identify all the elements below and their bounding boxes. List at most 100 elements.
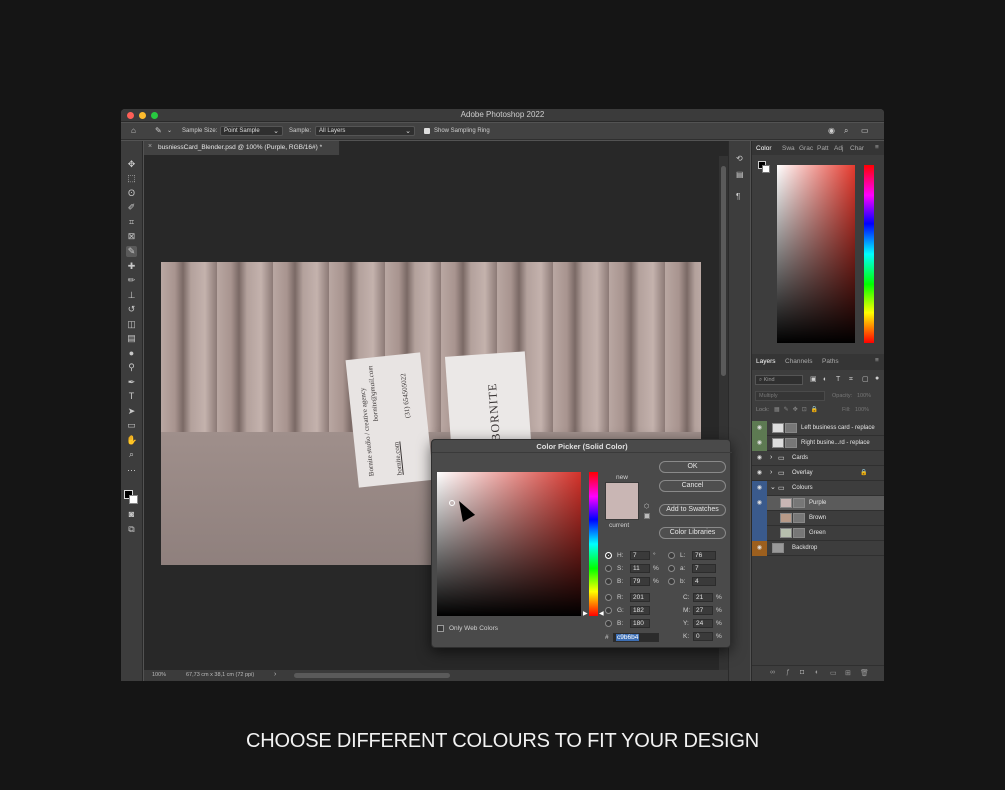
layer-row[interactable]: Brown bbox=[752, 511, 884, 526]
b-channel-input[interactable]: 4 bbox=[692, 577, 716, 586]
out-of-gamut-icon[interactable]: ⬡ bbox=[644, 503, 649, 510]
close-icon[interactable]: × bbox=[148, 143, 152, 150]
cyan-input[interactable]: 21 bbox=[693, 593, 713, 602]
visibility-eye-icon[interactable]: ◉ bbox=[752, 466, 767, 481]
red-radio[interactable] bbox=[605, 594, 612, 601]
rectangle-tool-icon[interactable]: ▭ bbox=[126, 420, 137, 431]
lock-icons[interactable]: ▦✎✥⊡🔒 bbox=[774, 406, 822, 413]
green-radio[interactable] bbox=[605, 607, 612, 614]
crop-tool-icon[interactable]: ⌗ bbox=[126, 217, 137, 228]
panel-menu-icon[interactable]: ≡ bbox=[875, 357, 879, 364]
document-info[interactable]: 67,73 cm x 38,1 cm (72 ppi) bbox=[186, 672, 254, 678]
visibility-eye-icon[interactable] bbox=[752, 511, 767, 526]
visibility-eye-icon[interactable]: ◉ bbox=[752, 436, 767, 451]
healing-brush-tool-icon[interactable]: ✚ bbox=[126, 261, 137, 272]
brightness-radio[interactable] bbox=[605, 578, 612, 585]
horizontal-scroll-thumb[interactable] bbox=[294, 673, 450, 678]
visibility-eye-icon[interactable]: ◉ bbox=[752, 496, 767, 511]
paragraph-panel-icon[interactable]: ¶ bbox=[736, 193, 740, 201]
adjustment-layer-icon[interactable]: ◐ bbox=[815, 669, 819, 676]
tab-channels[interactable]: Channels bbox=[785, 358, 812, 365]
lightness-input[interactable]: 76 bbox=[692, 551, 716, 560]
user-icon[interactable]: ◉ bbox=[828, 127, 835, 135]
color-panel-field[interactable] bbox=[777, 165, 855, 343]
new-group-icon[interactable]: ▭ bbox=[830, 669, 837, 677]
saturation-radio[interactable] bbox=[605, 565, 612, 572]
visibility-eye-icon[interactable]: ◉ bbox=[752, 451, 767, 466]
add-to-swatches-button[interactable]: Add to Swatches bbox=[659, 504, 726, 516]
layer-kind-filter[interactable]: ⌕ Kind bbox=[755, 375, 803, 385]
frame-tool-icon[interactable]: ⊠ bbox=[126, 231, 137, 242]
tab-patterns[interactable]: Patt bbox=[817, 145, 829, 152]
filter-adjustment-icon[interactable]: ◐ bbox=[823, 376, 827, 384]
home-icon[interactable]: ⌂ bbox=[131, 127, 136, 135]
vertical-scroll-thumb[interactable] bbox=[721, 166, 726, 376]
eyedropper-tool-icon[interactable]: ✎ bbox=[126, 246, 137, 257]
panel-background-swatch[interactable] bbox=[762, 165, 770, 173]
pen-tool-icon[interactable]: ✒ bbox=[126, 377, 137, 388]
eraser-tool-icon[interactable]: ◫ bbox=[126, 319, 137, 330]
screen-mode-icon[interactable]: ⧉ bbox=[126, 524, 137, 535]
zoom-level[interactable]: 100% bbox=[152, 672, 166, 678]
comments-panel-icon[interactable]: ▤ bbox=[736, 171, 744, 179]
visibility-eye-icon[interactable] bbox=[752, 526, 767, 541]
lightness-radio[interactable] bbox=[668, 552, 675, 559]
tab-character[interactable]: Char bbox=[850, 145, 864, 152]
b-channel-radio[interactable] bbox=[668, 578, 675, 585]
tab-adjustments[interactable]: Adj bbox=[834, 145, 843, 152]
new-layer-icon[interactable]: ⊞ bbox=[845, 669, 851, 677]
hue-slider-arrow-icon-right[interactable]: ◀ bbox=[599, 610, 604, 617]
document-tab[interactable]: × busniessCard_Blender.psd @ 100% (Purpl… bbox=[144, 141, 340, 155]
web-safe-icon[interactable] bbox=[644, 513, 650, 519]
layer-row-selected[interactable]: ◉ Purple bbox=[752, 496, 884, 511]
panel-menu-icon[interactable]: ≡ bbox=[875, 144, 879, 151]
green-input[interactable]: 182 bbox=[630, 606, 650, 615]
marquee-tool-icon[interactable]: ⬚ bbox=[126, 173, 137, 184]
cancel-button[interactable]: Cancel bbox=[659, 480, 726, 492]
filter-type-icon[interactable]: T bbox=[836, 376, 840, 384]
tab-layers[interactable]: Layers bbox=[756, 358, 776, 365]
show-sampling-ring-checkbox[interactable] bbox=[424, 128, 430, 134]
layer-row[interactable]: ◉ Backdrop bbox=[752, 541, 884, 556]
blur-tool-icon[interactable]: ● bbox=[126, 348, 137, 359]
yellow-input[interactable]: 24 bbox=[693, 619, 713, 628]
red-input[interactable]: 201 bbox=[630, 593, 650, 602]
more-tools-icon[interactable]: ⋯ bbox=[126, 465, 137, 476]
layer-row[interactable]: Green bbox=[752, 526, 884, 541]
eyedropper-tool-icon[interactable]: ✎ bbox=[155, 127, 162, 135]
chevron-right-icon[interactable]: › bbox=[274, 671, 276, 678]
hue-input[interactable]: 7 bbox=[630, 551, 650, 560]
tab-gradients[interactable]: Grac bbox=[799, 145, 813, 152]
layer-row[interactable]: ◉ Left business card - replace bbox=[752, 421, 884, 436]
path-select-tool-icon[interactable]: ➤ bbox=[126, 406, 137, 417]
filter-pixel-icon[interactable]: ▣ bbox=[810, 376, 817, 384]
sample-select[interactable]: All Layers ⌄ bbox=[315, 126, 415, 136]
layer-group-row[interactable]: ◉ ⌄ ▭ Colours bbox=[752, 481, 884, 496]
magenta-input[interactable]: 27 bbox=[693, 606, 713, 615]
background-color-swatch[interactable] bbox=[129, 495, 138, 504]
tab-paths[interactable]: Paths bbox=[822, 358, 839, 365]
add-mask-icon[interactable]: ◘ bbox=[800, 669, 804, 676]
tool-preset-chevron-icon[interactable]: ⌄ bbox=[167, 127, 172, 135]
black-input[interactable]: 0 bbox=[693, 632, 713, 641]
filter-smart-object-icon[interactable]: ▢ bbox=[862, 376, 869, 384]
chevron-right-icon[interactable]: › bbox=[770, 469, 772, 476]
brush-tool-icon[interactable]: ✏ bbox=[126, 275, 137, 286]
filter-toggle-icon[interactable]: ● bbox=[875, 375, 879, 383]
blend-mode-select[interactable]: Multiply bbox=[755, 391, 825, 401]
workspace-icon[interactable]: ▭ bbox=[861, 127, 869, 135]
history-panel-icon[interactable]: ⟲ bbox=[736, 155, 743, 163]
quick-select-tool-icon[interactable]: ✐ bbox=[126, 202, 137, 213]
visibility-eye-icon[interactable]: ◉ bbox=[752, 481, 767, 496]
chevron-down-icon[interactable]: ⌄ bbox=[770, 483, 776, 491]
hue-slider-arrow-icon[interactable]: ▶ bbox=[583, 610, 588, 617]
fill-value[interactable]: 100% bbox=[855, 407, 869, 413]
chevron-right-icon[interactable]: › bbox=[770, 454, 772, 461]
history-brush-tool-icon[interactable]: ↺ bbox=[126, 304, 137, 315]
tab-swatches[interactable]: Swa bbox=[782, 145, 795, 152]
a-channel-input[interactable]: 7 bbox=[692, 564, 716, 573]
delete-layer-icon[interactable]: 🗑 bbox=[860, 669, 869, 677]
hue-slider[interactable] bbox=[589, 472, 598, 616]
saturation-input[interactable]: 11 bbox=[630, 564, 650, 573]
hex-input[interactable]: c9b6b4 bbox=[613, 633, 659, 642]
